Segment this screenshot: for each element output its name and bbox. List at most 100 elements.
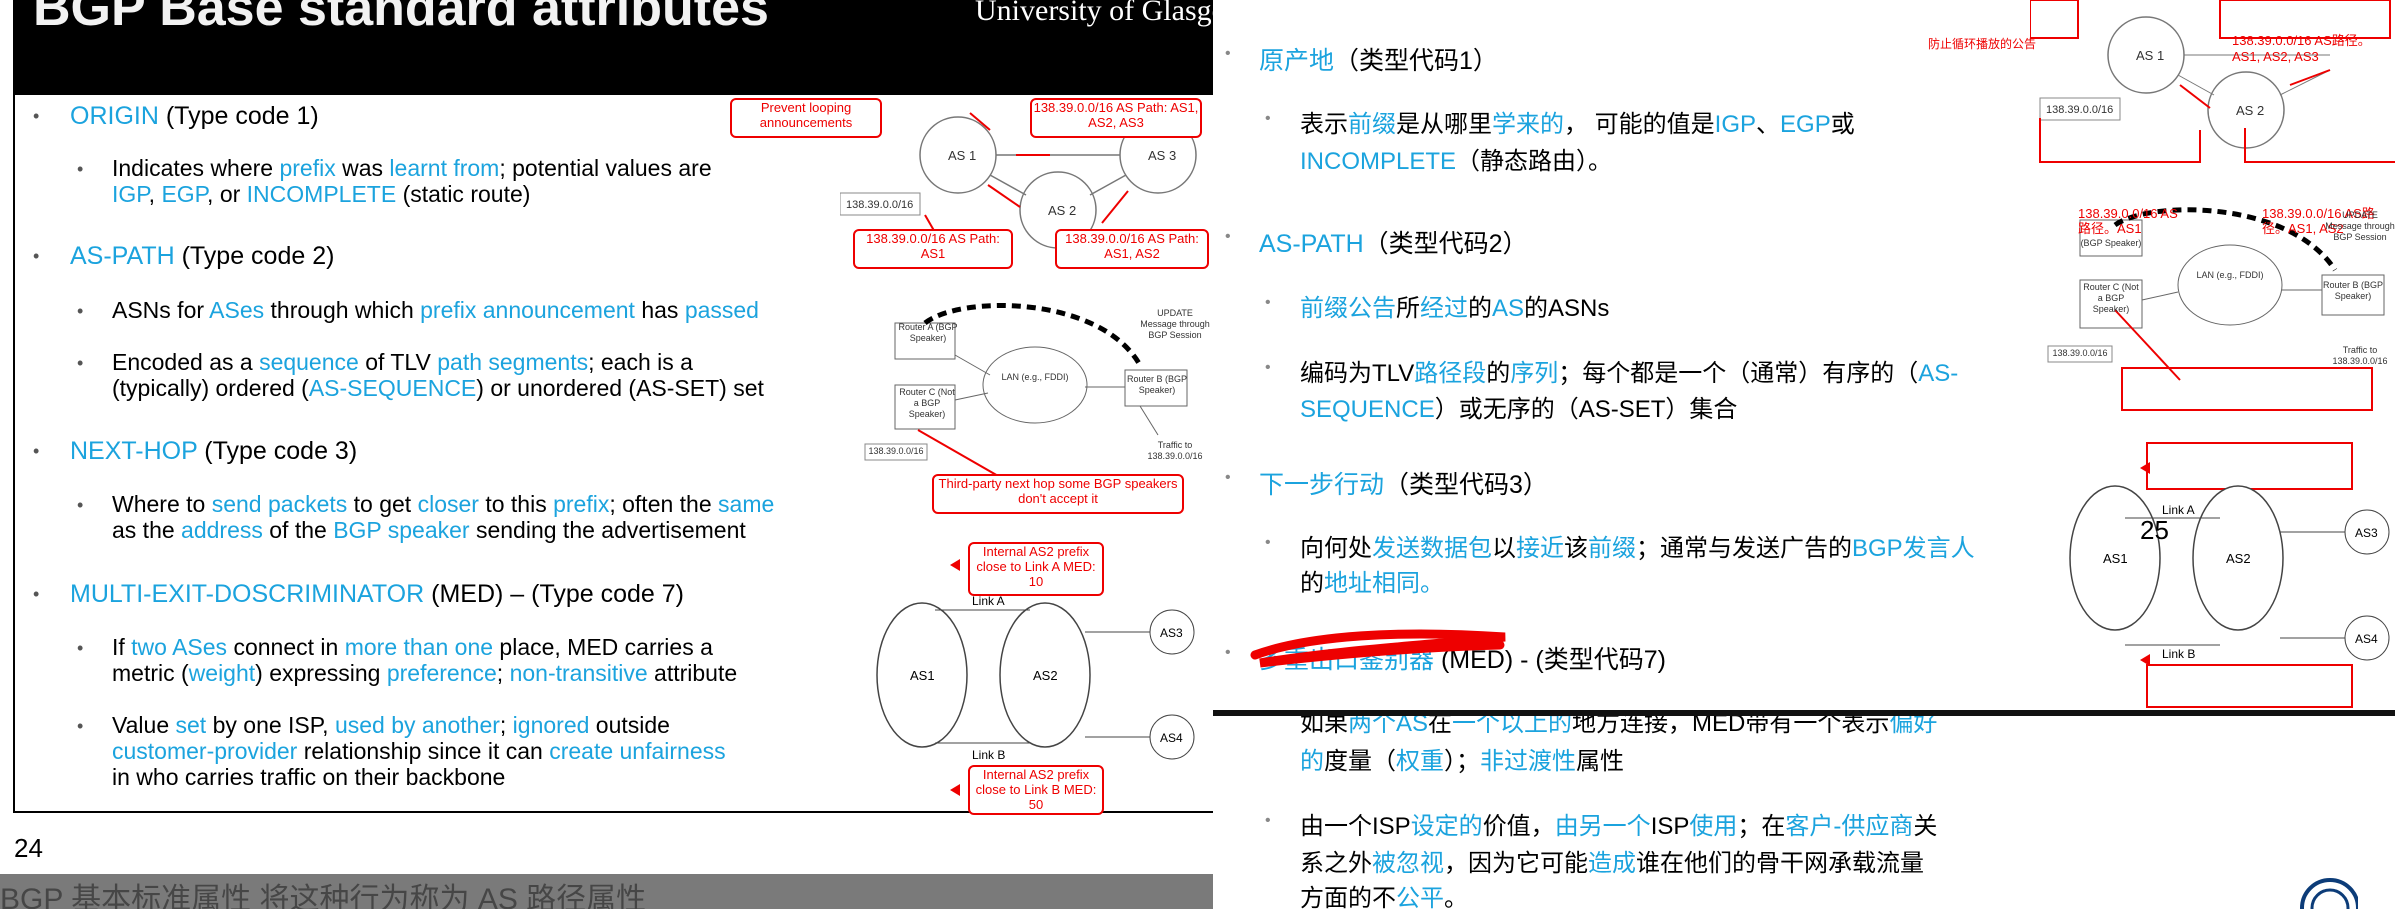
text-span: by one ISP, (206, 712, 335, 738)
keyword-highlight: address (181, 517, 263, 543)
keyword-highlight: same (718, 491, 775, 517)
as1-label: AS 1 (948, 148, 976, 163)
text-span: of the (262, 517, 334, 543)
sub-bullet-line: metric (weight) expressing preference; n… (112, 660, 737, 686)
sub-bullet-line: 由一个ISP设定的价值，由另一个ISP使用；在客户-供应商关 (1300, 808, 1937, 846)
keyword-highlight: customer-provider (112, 738, 298, 764)
keyword-highlight: weight (188, 660, 256, 686)
sub-bullet-line: (typically) ordered (AS-SEQUENCE) or uno… (112, 375, 764, 401)
med-as1-label: AS1 (910, 668, 935, 683)
bullet-icon: • (77, 301, 84, 321)
keyword-highlight: 前缀 (1588, 535, 1636, 562)
text-span: 的 (1486, 360, 1511, 387)
prevent-looping-callout: Prevent looping announcements (730, 98, 882, 138)
keyword-highlight: more than one (344, 634, 494, 660)
r-traffic-label: Traffic to 138.39.0.0/16 (2332, 345, 2388, 366)
r-as-path-as1-callout: 138.39.0.0/16 AS路径。AS1 (2078, 206, 2178, 236)
med-link-a-callout: Internal AS2 prefix close to Link A MED:… (968, 542, 1104, 596)
keyword-highlight: 权重 (1396, 748, 1444, 775)
bullet-icon: • (1265, 359, 1271, 376)
bullet-icon: • (1225, 45, 1231, 62)
sub-bullet-line: as the address of the BGP speaker sendin… (112, 517, 746, 543)
r-bgp-speaker-label: (BGP Speaker) (2080, 238, 2142, 248)
keyword-highlight: AS-PATH (70, 242, 175, 270)
text-span: 的 (1300, 570, 1324, 597)
r-med-as4-label: AS4 (2355, 632, 2378, 646)
text-span: 度量（ (1324, 748, 1396, 775)
text-span: ISP (1650, 813, 1690, 840)
as-path-as1-callout: 138.39.0.0/16 AS Path: AS1 (853, 229, 1013, 269)
keyword-highlight: prefix announcement (420, 297, 635, 323)
university-logo: University of Glasgow (975, 0, 1249, 27)
r-prefix-label: 138.39.0.0/16 (2046, 104, 2113, 116)
keyword-highlight: 的 (1300, 748, 1324, 775)
text-span: 方面的不 (1300, 885, 1396, 912)
text-span: ; potential values are (499, 155, 712, 181)
text-span: 编码为TLV (1300, 360, 1415, 387)
r-lan-label: LAN (e.g., FDDI) (2196, 270, 2264, 280)
third-party-callout: Third-party next hop some BGP speakers d… (932, 474, 1184, 514)
text-span: 价值， (1482, 813, 1555, 840)
keyword-highlight: sequence (259, 349, 359, 375)
text-span: 所 (1396, 295, 1420, 322)
bullet-icon: • (33, 584, 40, 604)
text-span: connect in (227, 634, 345, 660)
text-span: 表示 (1300, 111, 1348, 138)
text-span: （静态路由）。 (1456, 148, 1613, 175)
keyword-highlight: 路径段 (1414, 360, 1487, 387)
r-med-as2-label: AS2 (2226, 551, 2251, 566)
keyword-highlight: 地址相同。 (1324, 570, 1444, 597)
update-message-label: UPDATE Message through BGP Session (1140, 308, 1210, 340)
text-span: （类型代码1） (1334, 47, 1498, 75)
sub-bullet-line: SEQUENCE）或无序的（AS-SET）集合 (1300, 391, 1737, 429)
heading-bullet: MULTI-EXIT-DOSCRIMINATOR (MED) – (Type c… (70, 580, 684, 609)
sub-bullet-line: 的地址相同。 (1300, 565, 1444, 603)
text-span: 是从哪里 (1396, 111, 1492, 138)
prefix-label: 138.39.0.0/16 (846, 199, 913, 211)
r-link-b-label: Link B (2162, 647, 2195, 661)
sub-bullet-line: INCOMPLETE（静态路由）。 (1300, 143, 1612, 181)
text-span: ; often the (609, 491, 719, 517)
med-as4-label: AS4 (1160, 731, 1183, 745)
sub-bullet-line: customer-provider relationship since it … (112, 738, 726, 764)
keyword-highlight: 非过渡性 (1480, 748, 1576, 775)
heading-bullet: NEXT-HOP (Type code 3) (70, 437, 357, 466)
bullet-icon: • (1225, 644, 1231, 661)
link-b-label: Link B (972, 748, 1005, 762)
r-prevent-looping-callout: 防止循环播放的公告 (1928, 37, 2037, 51)
text-span: ) or unordered (AS-SET) set (476, 375, 764, 401)
link-a-label: Link A (972, 594, 1005, 608)
keyword-highlight: learnt from (389, 155, 500, 181)
keyword-highlight: INCOMPLETE (1300, 148, 1457, 175)
keyword-highlight: MULTI-EXIT-DOSCRIMINATOR (70, 580, 425, 608)
keyword-highlight: 学来的 (1492, 111, 1564, 138)
text-span: Indicates where (112, 155, 280, 181)
r-as2-label: AS 2 (2236, 103, 2264, 118)
text-span: 或 (1830, 111, 1855, 138)
text-span: 的ASNs (1524, 295, 1610, 322)
keyword-highlight: IGP (1714, 111, 1757, 138)
text-span: 关 (1913, 813, 1938, 840)
r-router-c-label: Router C (Not a BGP Speaker) (2083, 282, 2139, 314)
university-seal-icon (2300, 878, 2358, 909)
text-span: , (148, 181, 162, 207)
router-c-label: Router C (Not a BGP Speaker) (899, 387, 955, 419)
text-span: place, MED carries a (493, 634, 713, 660)
text-span: relationship since it can (297, 738, 550, 764)
keyword-highlight: 客户-供应商 (1785, 813, 1914, 840)
text-span: (Type code 3) (197, 437, 358, 465)
bullet-icon: • (1265, 294, 1271, 311)
keyword-highlight: path segments (437, 349, 589, 375)
keyword-highlight: two ASes (131, 634, 228, 660)
keyword-highlight: 被忽视 (1372, 850, 1444, 877)
heading-bullet: AS-PATH（类型代码2） (1259, 224, 1528, 260)
text-span: （类型代码3） (1384, 471, 1548, 499)
text-span: Where to (112, 491, 212, 517)
text-span: sending the advertisement (469, 517, 746, 543)
text-span: ，因为它可能 (1444, 850, 1588, 877)
keyword-highlight: BGP speaker (333, 517, 470, 543)
keyword-highlight: 下一步行动 (1259, 471, 1385, 499)
keyword-highlight: 使用 (1689, 813, 1738, 840)
text-span: ; (499, 712, 513, 738)
text-span: 的 (1468, 295, 1492, 322)
